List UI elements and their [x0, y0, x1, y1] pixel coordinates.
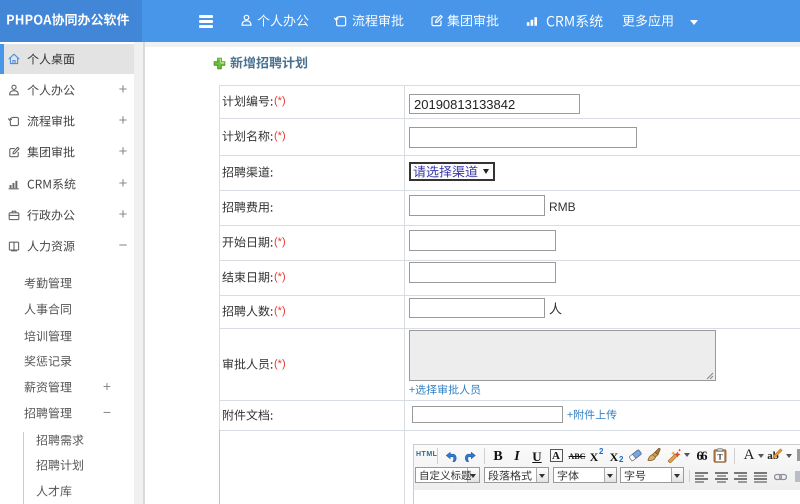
svg-text:T: T	[717, 453, 723, 462]
